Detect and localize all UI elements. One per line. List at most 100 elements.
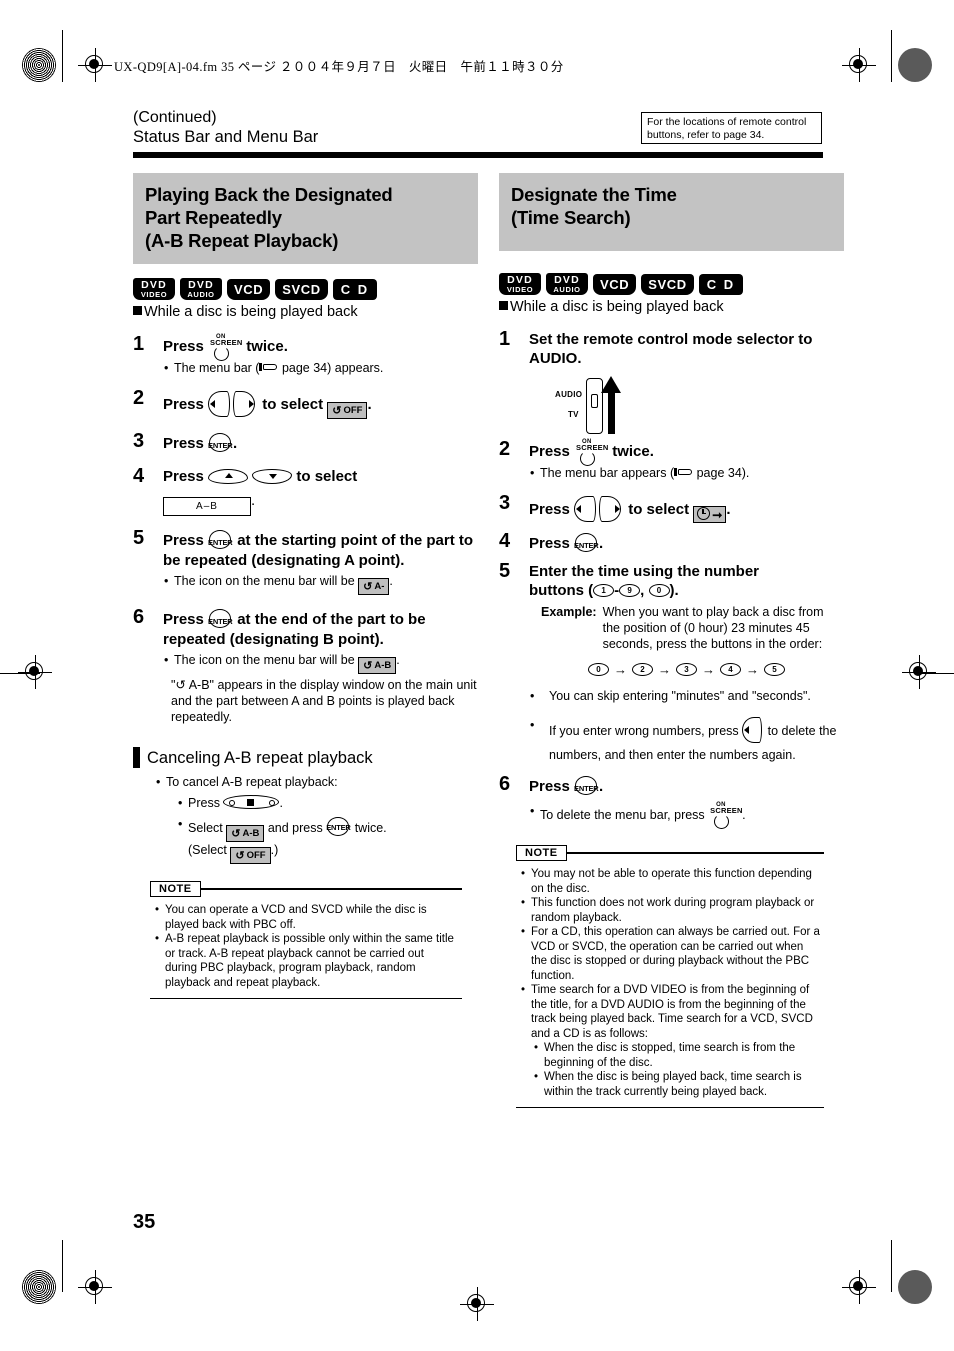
vcd-badge: VCD — [593, 274, 637, 295]
note-list-item: A-B repeat playback is possible only wit… — [155, 932, 458, 990]
selector-audio-label: AUDIO — [555, 390, 583, 399]
step-number: 3 — [133, 430, 145, 452]
step-text: Press ENTER at the end of the part to be… — [163, 608, 478, 649]
step-number: 1 — [133, 333, 145, 355]
step-note: The menu bar appears ( page 34). — [529, 465, 844, 481]
cd-badge: C D — [698, 274, 744, 295]
number-button-9-icon: 9 — [619, 584, 641, 598]
step-note-2: "↺ A-B" appears in the display window on… — [171, 678, 477, 724]
step-text: Press ENTER. — [529, 775, 844, 797]
repeat-off-chip: ↺ OFF — [327, 402, 368, 419]
left-section-bar: Playing Back the Designated Part Repeate… — [133, 173, 478, 264]
step-text: Press to select ➞. — [529, 494, 844, 524]
right-column: Designate the Time (Time Search) DVD VID… — [499, 173, 844, 1109]
left-step-6: 6 Press ENTER at the end of the part to … — [133, 606, 478, 725]
right-step-6: 6 Press ENTER. To delete the menu bar, p… — [499, 773, 844, 829]
enter-button-icon: ENTER — [574, 775, 599, 797]
stop-button-icon — [223, 795, 280, 810]
pointing-hand-icon — [259, 362, 278, 373]
right-step-5: 5 Enter the time using the number button… — [499, 560, 844, 765]
page-number: 35 — [133, 1211, 156, 1233]
step-text: Set the remote control mode selector to … — [529, 331, 813, 367]
enter-button-icon: ENTER — [326, 816, 351, 838]
left-note-box: NOTE You can operate a VCD and SVCD whil… — [150, 881, 462, 1000]
step-text: Press ENTER. — [529, 532, 844, 554]
dvd-video-badge: DVD VIDEO — [133, 278, 175, 300]
remote-mode-selector-illustration: AUDIO TV — [555, 376, 844, 438]
black-square-bullet-icon — [499, 301, 508, 310]
arrow-right-icon: → — [702, 662, 715, 677]
step-text: Enter the time using the number buttons … — [529, 563, 760, 599]
step-text: Press ENTER at the starting point of the… — [163, 529, 478, 570]
right-note-box: NOTE You may not be able to operate this… — [516, 845, 824, 1109]
left-step-2: 2 Press to select ↺ OFF. — [133, 387, 478, 419]
repeat-off-chip: ↺ OFF — [230, 847, 271, 864]
header-rule — [133, 152, 823, 158]
on-screen-button-icon: ON SCREEN — [208, 334, 242, 361]
arrow-right-icon: → — [614, 662, 627, 677]
clock-icon — [697, 507, 711, 520]
up-arrow-shaft — [608, 390, 615, 434]
cancel-item-2: Select ↺A-B and press ENTER twice. (Sele… — [177, 816, 478, 864]
remote-reference-box: For the locations of remote control butt… — [641, 112, 822, 144]
right-disc-badges: DVD VIDEO DVD AUDIO VCD SVCD C D — [499, 273, 844, 295]
number-button-4-icon: 4 — [720, 662, 741, 677]
heading-accent-bar-icon — [133, 747, 140, 768]
step-number: 6 — [133, 606, 145, 628]
note-list: You can operate a VCD and SVCD while the… — [152, 903, 458, 990]
note-header: NOTE — [150, 881, 462, 897]
note-list-item: You may not be able to operate this func… — [521, 867, 820, 896]
number-button-5-icon: 5 — [764, 662, 785, 677]
note-bottom-rule — [516, 1107, 824, 1109]
note-rule — [200, 888, 462, 890]
note-sublist-item: When the disc is being played back, time… — [534, 1070, 820, 1099]
right-step-1: 1 Set the remote control mode selector t… — [499, 328, 844, 438]
note-label: NOTE — [150, 881, 201, 897]
note-sublist-item: When the disc is stopped, time search is… — [534, 1041, 820, 1070]
example-label: Example: — [541, 605, 597, 619]
right-section-bar: Designate the Time (Time Search) — [499, 173, 844, 251]
note-label: NOTE — [516, 845, 567, 861]
manual-page: (Continued) Status Bar and Menu Bar For … — [0, 0, 954, 1351]
step-note: The icon on the menu bar will be ↺A-B. — [163, 652, 478, 674]
number-sequence-illustration: 0 → 2 → 3 → 4 → 5 — [529, 662, 844, 677]
note-list-item: Time search for a DVD VIDEO is from the … — [521, 983, 820, 1099]
repeat-a-b-chip: ↺ A-B — [358, 657, 397, 674]
number-button-0-icon: 0 — [588, 662, 609, 677]
step-note: You can skip entering "minutes" and "sec… — [529, 688, 844, 704]
example-text: When you want to play back a disc from t… — [602, 605, 824, 651]
left-disc-badges: DVD VIDEO DVD AUDIO VCD SVCD C D — [133, 278, 478, 300]
right-section-title: Designate the Time (Time Search) — [511, 184, 677, 228]
left-column: Playing Back the Designated Part Repeate… — [133, 173, 478, 1000]
black-square-bullet-icon — [133, 306, 142, 315]
up-cursor-button-icon — [208, 469, 249, 485]
on-screen-button-icon: ON SCREEN — [574, 439, 608, 466]
step-note: The menu bar ( page 34) appears. — [163, 360, 478, 376]
note-body: You may not be able to operate this func… — [516, 861, 824, 1105]
left-step-3: 3 Press ENTER. — [133, 430, 478, 454]
step-text: Press ON SCREEN twice. — [163, 334, 478, 361]
step-number: 3 — [499, 492, 511, 514]
step-text: Press ON SCREEN twice. — [529, 439, 844, 466]
step-number: 2 — [499, 438, 511, 460]
step-text: Press ENTER. — [163, 432, 478, 454]
svcd-badge: SVCD — [641, 274, 694, 295]
right-step-2: 2 Press ONSCREEN twice. The menu bar app… — [499, 438, 844, 481]
time-search-chip: ➞ — [693, 506, 727, 523]
dvd-audio-badge: DVD AUDIO — [180, 278, 222, 300]
a-b-menu-box: A–B — [163, 497, 251, 516]
left-cursor-button-icon — [742, 715, 764, 745]
left-right-cursor-buttons-icon — [208, 389, 258, 419]
step-note: The icon on the menu bar will be ↺A-. — [163, 573, 478, 595]
step-number: 4 — [499, 530, 511, 552]
step-text: Press to select A–B. — [163, 467, 478, 516]
cancel-item-1: Press . — [177, 795, 478, 811]
note-list: You may not be able to operate this func… — [518, 867, 820, 1099]
right-step-4: 4 Press ENTER. — [499, 530, 844, 554]
enter-button-icon: ENTER — [208, 529, 233, 551]
step-number: 4 — [133, 465, 145, 487]
step-number: 6 — [499, 773, 511, 795]
enter-button-icon: ENTER — [208, 608, 233, 630]
down-cursor-button-icon — [252, 469, 293, 485]
number-button-2-icon: 2 — [632, 662, 653, 677]
